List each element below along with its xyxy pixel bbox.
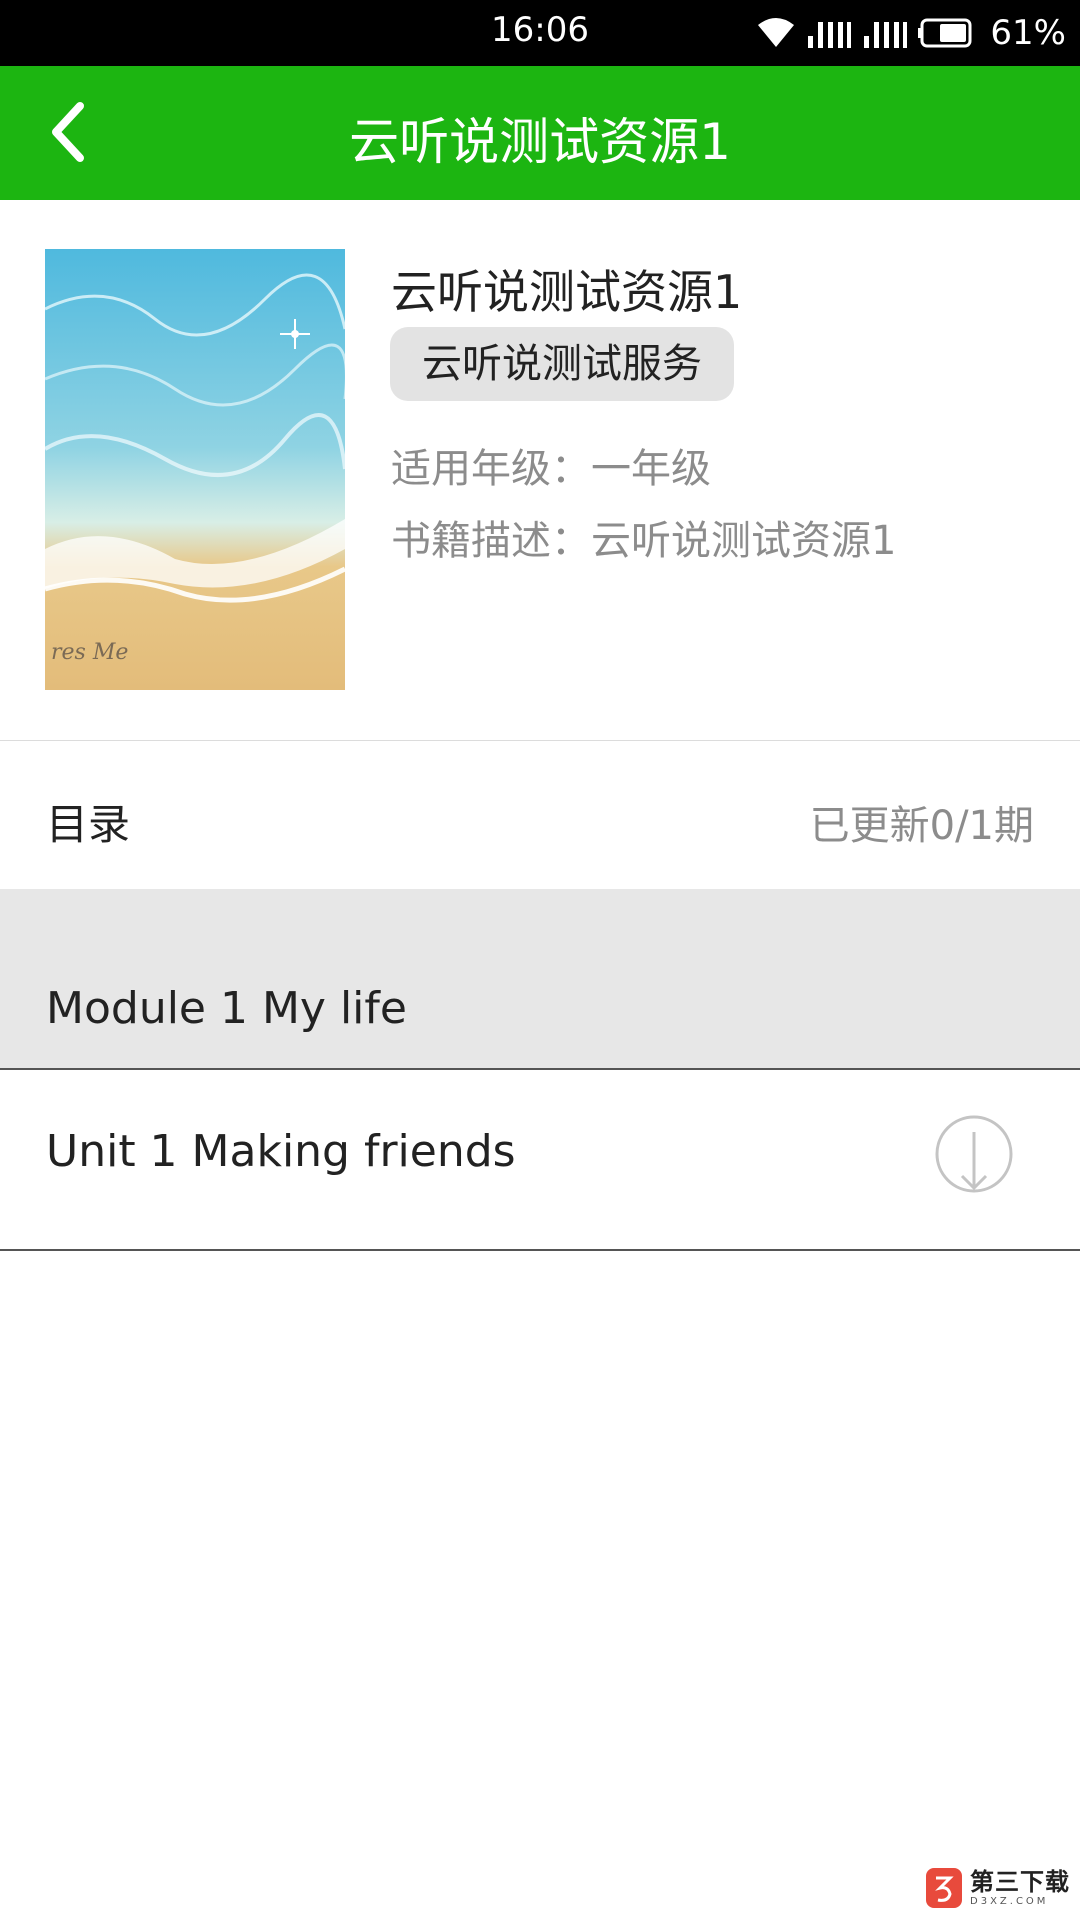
cover-text: res Me (51, 640, 128, 665)
update-status: 已更新0/1期 (809, 803, 1034, 849)
app-bar: 云听说测试资源1 (0, 66, 1080, 200)
module-title: Module 1 My life (46, 983, 407, 1034)
page-title: 云听说测试资源1 (349, 113, 731, 171)
watermark-text: 第三下载 (970, 1867, 1070, 1896)
signal-icon (864, 22, 908, 48)
book-info: res Me 云听说测试资源1 云听说测试服务 适用年级：一年级 书籍描述：云听… (0, 200, 1080, 741)
watermark: 第三下载 D3XZ.COM (924, 1864, 1074, 1912)
catalog-title: 目录 (46, 800, 131, 849)
download-icon (935, 1115, 1013, 1193)
grade-label: 适用年级： (391, 446, 591, 492)
status-icons: 61% (756, 10, 1066, 56)
book-cover-image: res Me (45, 249, 345, 690)
unit-title: Unit 1 Making friends (46, 1126, 516, 1177)
battery-percent: 61% (990, 13, 1066, 53)
battery-icon (918, 18, 972, 48)
book-title: 云听说测试资源1 (391, 265, 743, 319)
grade-value: 一年级 (591, 446, 711, 492)
catalog-header: 目录 已更新0/1期 (0, 741, 1080, 889)
wifi-icon (758, 18, 795, 47)
grade-line: 适用年级：一年级 (391, 436, 711, 494)
description-line: 书籍描述：云听说测试资源1 (391, 508, 896, 566)
description-value: 云听说测试资源1 (591, 518, 897, 564)
list-item[interactable]: Unit 1 Making friends (0, 1070, 1080, 1251)
download-logo-icon (926, 1868, 962, 1908)
module-header[interactable]: Module 1 My life (0, 889, 1080, 1070)
watermark-subtext: D3XZ.COM (970, 1895, 1049, 1907)
service-tag[interactable]: 云听说测试服务 (390, 327, 734, 401)
status-bar: 16:06 61% (0, 0, 1080, 66)
description-label: 书籍描述： (391, 518, 591, 564)
signal-icon (808, 22, 852, 48)
download-button[interactable] (934, 1114, 1014, 1194)
